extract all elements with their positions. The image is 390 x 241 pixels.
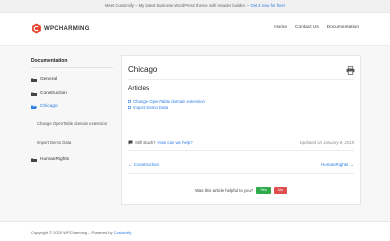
title-divider xyxy=(128,79,354,80)
next-article-link[interactable]: HumanRights → xyxy=(321,162,354,167)
folder-icon xyxy=(31,92,37,96)
prev-article-link[interactable]: ← Construction xyxy=(128,162,159,167)
sidebar-item-general[interactable]: General xyxy=(31,77,57,82)
updated-date: Updated on January 8, 2019 xyxy=(299,140,354,145)
copyright-text: Copyright © 2020 WPCharming – Powered by xyxy=(31,230,114,235)
footer-link[interactable]: Customify xyxy=(114,230,132,235)
sidebar-title: Documentation xyxy=(31,58,68,64)
no-button[interactable]: No xyxy=(273,187,287,194)
document-icon xyxy=(128,105,131,109)
sidebar-subitem-import-demo[interactable]: Import Demo Data xyxy=(37,140,109,146)
article-link-import-demo[interactable]: Import Demo Data xyxy=(128,105,205,111)
announcement-bar: Meet Customify – My latest business Word… xyxy=(0,0,390,13)
help-link[interactable]: How can we help? xyxy=(158,140,193,145)
sidebar-item-label: Chicago xyxy=(40,104,58,109)
logo-text: WPCHARMING xyxy=(44,25,90,32)
still-stuck: Still stuck? How can we help? xyxy=(128,140,193,145)
document-icon xyxy=(128,100,131,104)
articles-heading: Articles xyxy=(128,85,150,92)
article-panel: Chicago Articles Change OpenTable domain… xyxy=(121,55,361,205)
folder-icon xyxy=(31,78,37,82)
site-logo[interactable]: WPCHARMING xyxy=(31,23,90,34)
folder-icon xyxy=(31,158,37,162)
sidebar-item-label: HumanRights xyxy=(40,157,70,162)
nav-home[interactable]: Home xyxy=(274,25,287,30)
page-title: Chicago xyxy=(128,65,158,74)
sidebar-item-chicago[interactable]: Chicago xyxy=(31,104,58,109)
still-stuck-text: Still stuck? xyxy=(135,140,156,145)
chat-icon xyxy=(128,140,133,145)
sidebar-item-label: General xyxy=(40,77,58,82)
feedback-question: Was this article helpful to you? xyxy=(195,187,254,193)
footer-text: Copyright © 2020 WPCharming – Powered by… xyxy=(31,230,132,235)
announcement-link[interactable]: Get it now for free! xyxy=(251,3,285,8)
sidebar-item-label: Construction xyxy=(40,91,67,96)
logo-icon xyxy=(32,23,41,34)
nav-documentation[interactable]: Documentation xyxy=(327,25,359,30)
feedback-row: Was this article helpful to you? Yes No xyxy=(122,187,360,194)
yes-button[interactable]: Yes xyxy=(256,187,271,194)
sidebar-divider xyxy=(31,67,113,68)
article-link-label: Import Demo Data xyxy=(133,104,169,110)
nav-divider-bottom xyxy=(128,173,354,174)
print-icon[interactable] xyxy=(346,66,355,75)
sidebar-subitem-opentable[interactable]: Change OpenTable domain extension xyxy=(37,121,109,127)
site-footer: Copyright © 2020 WPCharming – Powered by… xyxy=(0,221,390,241)
nav-divider xyxy=(128,150,354,151)
site-header: WPCHARMING Home Contact Us Documentation xyxy=(0,13,390,46)
article-list: Change OpenTable domain extension Import… xyxy=(128,99,205,110)
announcement-text: Meet Customify – My latest business Word… xyxy=(104,3,251,8)
nav-contact-us[interactable]: Contact Us xyxy=(295,25,319,30)
main-nav: Home Contact Us Documentation xyxy=(274,25,359,30)
sidebar-item-humanrights[interactable]: HumanRights xyxy=(31,157,69,162)
folder-open-icon xyxy=(31,105,37,109)
sidebar-item-construction[interactable]: Construction xyxy=(31,91,67,96)
